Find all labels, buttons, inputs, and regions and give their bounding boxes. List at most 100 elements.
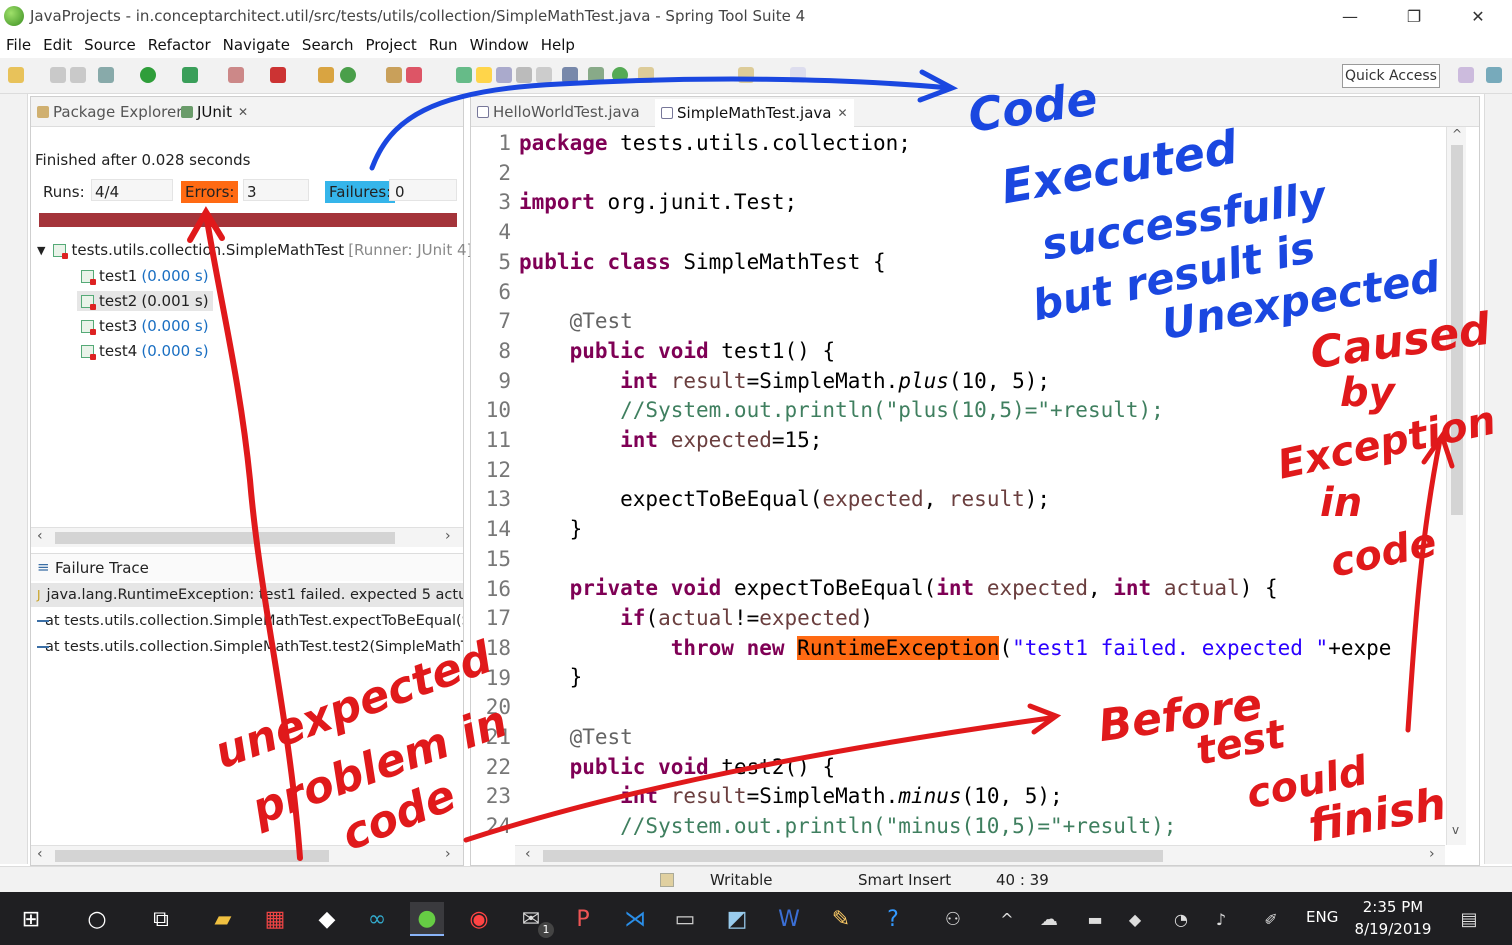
task-view-icon[interactable]: ⧉ [144, 902, 178, 936]
scroll-thumb[interactable] [55, 850, 329, 862]
save-icon[interactable] [50, 67, 66, 83]
chevron-up-icon[interactable]: ^ [1452, 127, 1462, 141]
wifi-icon[interactable]: ◔ [1164, 902, 1198, 936]
volume-icon[interactable]: ♪ [1204, 902, 1238, 936]
new-icon[interactable] [8, 67, 24, 83]
clock[interactable]: 2:35 PM 8/19/2019 [1350, 896, 1436, 940]
chevron-left-icon[interactable]: ‹ [37, 846, 43, 862]
windows-start-icon[interactable]: ⊞ [14, 902, 48, 936]
menu-file[interactable]: File [6, 36, 31, 54]
language-indicator[interactable]: ENG [1306, 908, 1338, 926]
new-class-icon[interactable] [340, 67, 356, 83]
vscode-icon[interactable]: ⋊ [618, 902, 652, 936]
file-explorer-icon[interactable]: ▰ [206, 902, 240, 936]
tab-helloworldtest[interactable]: HelloWorldTest.java [477, 103, 640, 121]
onedrive-icon[interactable]: ☁ [1032, 902, 1066, 936]
whitespace-icon[interactable] [536, 67, 552, 83]
search-icon[interactable] [406, 67, 422, 83]
test-node-test3[interactable]: test3 (0.000 s) [81, 317, 209, 335]
new-project-icon[interactable] [318, 67, 334, 83]
chevron-left-icon[interactable]: ‹ [37, 528, 43, 544]
test-node-test4[interactable]: test4 (0.000 s) [81, 342, 209, 360]
tab-package-explorer[interactable]: Package Explorer [37, 103, 182, 121]
spring-tool-suite-taskbar-icon[interactable]: ● [410, 902, 444, 936]
pin-icon[interactable] [456, 67, 472, 83]
test-node-test1[interactable]: test1 (0.000 s) [81, 267, 209, 285]
open-type-icon[interactable] [386, 67, 402, 83]
paint-icon[interactable]: ✎ [824, 902, 858, 936]
toggle-mark-icon[interactable] [496, 67, 512, 83]
forward-icon[interactable] [790, 67, 806, 83]
trace-line-frame[interactable]: at tests.utils.collection.SimpleMathTest… [31, 635, 463, 659]
pen-icon[interactable]: ✐ [1254, 902, 1288, 936]
scroll-thumb[interactable] [543, 850, 1163, 862]
editor-horizontal-scrollbar[interactable]: ‹ › [515, 845, 1445, 865]
scroll-thumb[interactable] [1451, 145, 1463, 515]
menu-refactor[interactable]: Refactor [148, 36, 211, 54]
editor-vertical-scrollbar[interactable]: ^ v [1446, 127, 1466, 845]
run-icon[interactable] [140, 67, 156, 83]
debug-icon[interactable] [98, 67, 114, 83]
close-button[interactable]: ✕ [1446, 0, 1510, 32]
notifications-icon[interactable]: ▤ [1452, 902, 1486, 936]
java-perspective-icon[interactable] [1486, 67, 1502, 83]
tab-junit[interactable]: JUnit ✕ [181, 103, 248, 121]
minimize-button[interactable]: — [1318, 0, 1382, 32]
skip-breakpoints-icon[interactable] [588, 67, 604, 83]
menu-search[interactable]: Search [302, 36, 354, 54]
block-select-icon[interactable] [516, 67, 532, 83]
terminal-icon[interactable]: ▭ [668, 902, 702, 936]
back-icon[interactable] [738, 67, 754, 83]
notes-icon[interactable]: ◩ [720, 902, 754, 936]
test-suite-node[interactable]: ▼ tests.utils.collection.SimpleMathTest … [37, 241, 493, 259]
tree-horizontal-scrollbar[interactable]: ‹ › [31, 527, 463, 547]
test-node-test2[interactable]: test2 (0.001 s) [77, 291, 213, 311]
battery-icon[interactable]: ▬ [1078, 902, 1112, 936]
close-icon[interactable]: ✕ [837, 106, 847, 120]
open-perspective-icon[interactable] [1458, 67, 1474, 83]
word-icon[interactable]: W [772, 902, 806, 936]
people-icon[interactable]: ⚇ [936, 902, 970, 936]
spring-boot-icon[interactable] [612, 67, 628, 83]
run-last-icon[interactable] [182, 67, 198, 83]
stop-icon[interactable] [228, 67, 244, 83]
menu-run[interactable]: Run [429, 36, 458, 54]
chevron-left-icon[interactable]: ‹ [525, 846, 531, 862]
save-all-icon[interactable] [70, 67, 86, 83]
menu-navigate[interactable]: Navigate [223, 36, 290, 54]
test-name: test4 [99, 342, 138, 360]
chrome-icon[interactable]: ◉ [462, 902, 496, 936]
restore-button[interactable]: ❐ [1382, 0, 1446, 32]
menu-window[interactable]: Window [470, 36, 529, 54]
menu-project[interactable]: Project [365, 36, 416, 54]
highlight-icon[interactable] [476, 67, 492, 83]
scroll-thumb[interactable] [55, 532, 395, 544]
external-tools-icon[interactable] [270, 67, 286, 83]
trace-line-exception[interactable]: J java.lang.RuntimeException: test1 fail… [31, 583, 463, 607]
close-icon[interactable]: ✕ [238, 105, 248, 119]
chevron-down-icon[interactable]: v [1452, 823, 1459, 837]
code-area[interactable]: 1 2 3 4 5 6 7 8 9 10 11 12 13 14 15 16 17 18 19 20 21 22 23 24 … [471, 127, 1446, 845]
chevron-right-icon[interactable]: › [445, 528, 451, 544]
dropbox-tray-icon[interactable]: ◆ [1118, 902, 1152, 936]
help-icon[interactable]: ? [876, 902, 910, 936]
tab-simplemathtest[interactable]: SimpleMathTest.java ✕ [655, 99, 854, 127]
chevron-right-icon[interactable]: › [1429, 846, 1435, 862]
dropbox-icon[interactable]: ◆ [310, 902, 344, 936]
chevron-right-icon[interactable]: › [445, 846, 451, 862]
list-icon: ≡ [37, 558, 50, 576]
chevron-down-icon[interactable]: ▼ [37, 244, 45, 257]
store-icon[interactable]: ▦ [258, 902, 292, 936]
trace-line-frame[interactable]: at tests.utils.collection.SimpleMathTest… [31, 609, 463, 633]
console-icon[interactable] [562, 67, 578, 83]
chevron-up-icon[interactable]: ^ [990, 902, 1024, 936]
menu-help[interactable]: Help [541, 36, 575, 54]
quick-access-input[interactable]: Quick Access [1342, 64, 1440, 88]
menu-edit[interactable]: Edit [43, 36, 72, 54]
cortana-icon[interactable]: ○ [80, 902, 114, 936]
infinity-app-icon[interactable]: ∞ [360, 902, 394, 936]
powerpoint-icon[interactable]: P [566, 902, 600, 936]
trace-horizontal-scrollbar[interactable]: ‹ › [31, 845, 463, 865]
next-annotation-icon[interactable] [638, 67, 654, 83]
menu-source[interactable]: Source [84, 36, 136, 54]
